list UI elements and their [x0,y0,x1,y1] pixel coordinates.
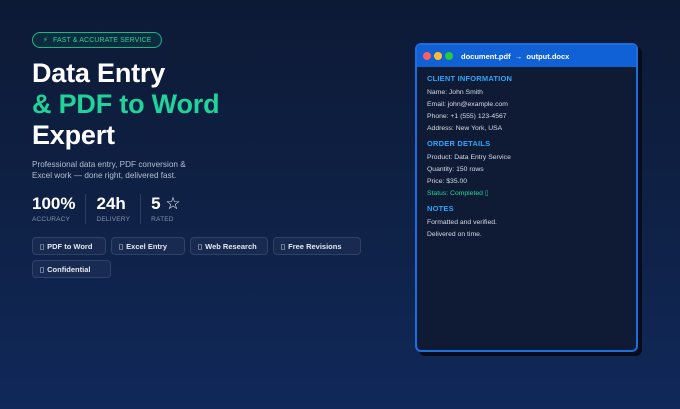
stat-delivery: 24h DELIVERY [96,194,142,224]
description: Professional data entry, PDF conversion … [32,160,186,180]
tag-confidential[interactable]: ▯ Confidential [32,260,111,278]
section-title: NOTES [427,204,454,213]
tag-excel-entry[interactable]: ▯ Excel Entry [111,237,185,255]
hero-section: ⚡ FAST & ACCURATE SERVICE Data Entry & P… [32,29,382,278]
section-client-information: CLIENT INFORMATION Name: John Smith Emai… [427,74,626,135]
field-phone: Phone: +1 (555) 123-4567 [427,113,507,120]
stat-label: ACCURACY [32,216,71,223]
note-line: Formatted and verified. [427,219,497,226]
section-title: ORDER DETAILS [427,139,491,148]
section-title: CLIENT INFORMATION [427,74,513,83]
maximize-dot-icon[interactable] [445,52,453,60]
spreadsheet-icon: ▯ [119,241,124,251]
stat-value: 24h [96,194,126,213]
minimize-dot-icon[interactable] [434,52,442,60]
window-title: document.pdf → output.docx [461,51,570,61]
badge-text: FAST & ACCURATE SERVICE [53,36,152,44]
window-content: CLIENT INFORMATION Name: John Smith Emai… [417,67,636,252]
section-notes: NOTES Formatted and verified. Delivered … [427,204,626,241]
close-dot-icon[interactable] [423,52,431,60]
tag-free-revisions[interactable]: ▯ Free Revisions [273,237,361,255]
note-line: Delivered on time. [427,231,482,238]
lock-icon: ▯ [40,264,45,274]
headline-line-1: Data Entry [32,58,166,88]
field-status: Status: Completed ▯ [427,190,489,197]
stat-accuracy: 100% ACCURACY [32,194,87,224]
tag-pdf-to-word[interactable]: ▯ PDF to Word [32,237,106,255]
stat-label: DELIVERY [96,216,131,223]
refresh-icon: ▯ [281,241,286,251]
star-icon: ☆ [165,194,181,213]
document-preview-window: document.pdf → output.docx CLIENT INFORM… [415,43,638,352]
service-badge: ⚡ FAST & ACCURATE SERVICE [32,32,163,48]
headline-line-2: & PDF to Word [32,89,220,119]
headline: Data Entry & PDF to Word Expert [32,58,382,151]
stat-rated: 5 ☆ RATED [151,194,190,224]
field-price: Price: $35.00 [427,178,468,185]
bolt-icon: ⚡ [43,37,49,44]
field-address: Address: New York, USA [427,125,503,132]
window-titlebar: document.pdf → output.docx [417,45,636,67]
document-icon: ▯ [40,241,45,251]
field-product: Product: Data Entry Service [427,154,511,161]
search-icon: ▯ [198,241,203,251]
field-quantity: Quantity: 150 rows [427,166,484,173]
tag-web-research[interactable]: ▯ Web Research [190,237,268,255]
stat-value: 5 ☆ [151,194,181,213]
stat-label: RATED [151,216,174,223]
stats-row: 100% ACCURACY 24h DELIVERY 5 ☆ RATED [32,194,382,224]
field-email: Email: john@example.com [427,101,508,108]
field-name: Name: John Smith [427,89,483,96]
check-icon: ▯ [484,190,489,197]
service-tags: ▯ PDF to Word ▯ Excel Entry ▯ Web Resear… [32,237,362,278]
section-order-details: ORDER DETAILS Product: Data Entry Servic… [427,139,626,200]
headline-line-3: Expert [32,120,115,150]
stat-value: 100% [32,194,76,213]
